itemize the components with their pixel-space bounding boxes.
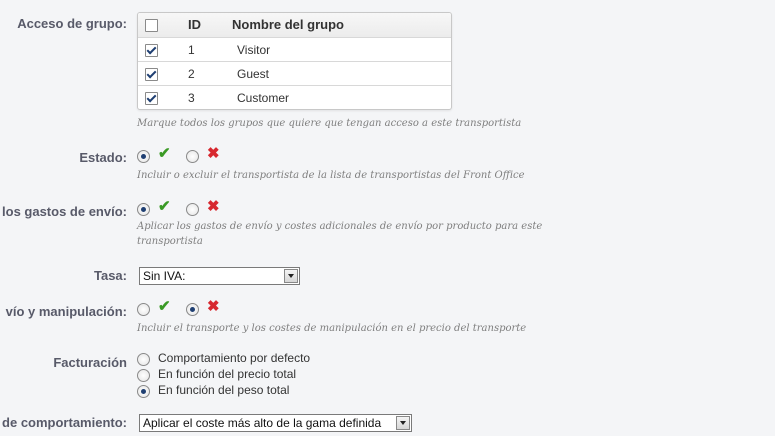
check-icon[interactable]: ✔ [158,299,171,315]
estado-label: Estado: [79,150,127,165]
group-id: 1 [188,43,195,57]
billing-weight-radio[interactable] [137,385,150,398]
group-name: Customer [237,91,290,105]
shipping-fees-no-radio[interactable] [186,203,199,216]
estado-help: Incluir o excluir el transportista de la… [137,170,525,181]
billing-default-radio[interactable] [137,353,150,366]
shipping-fees-label: los gastos de envío: [2,204,127,219]
table-row: 1 Visitor [138,37,451,62]
column-header-name: Nombre del grupo [232,17,344,32]
chevron-down-icon[interactable] [396,416,410,430]
table-row: 2 Guest [138,61,451,86]
group-table: ID Nombre del grupo 1 Visitor 2 Guest 3 … [137,12,452,110]
handling-help: Incluir el transporte y los costes de ma… [137,323,527,334]
out-of-range-select[interactable]: Aplicar el coste más alto de la gama def… [139,414,412,432]
shipping-fees-yes-radio[interactable] [137,203,150,216]
group-checkbox[interactable] [145,44,158,57]
chevron-down-icon[interactable] [284,269,298,283]
tax-label: Tasa: [94,268,127,283]
group-name: Guest [237,67,270,81]
cross-icon[interactable]: ✖ [207,146,220,162]
shipping-fees-help: Aplicar los gastos de envío y costes adi… [137,221,543,247]
group-checkbox[interactable] [145,68,158,81]
select-all-checkbox[interactable] [145,19,158,32]
handling-no-radio[interactable] [186,303,199,316]
group-table-header: ID Nombre del grupo [138,13,451,37]
tax-selected-value: Sin IVA: [143,269,186,283]
billing-label: Facturación [53,355,127,370]
group-checkbox[interactable] [145,92,158,105]
check-icon[interactable]: ✔ [158,199,171,215]
group-name: Visitor [237,43,271,57]
billing-option-label[interactable]: Comportamiento por defecto [158,351,310,365]
estado-no-radio[interactable] [186,150,199,163]
estado-yes-radio[interactable] [137,150,150,163]
check-icon[interactable]: ✔ [158,146,171,162]
cross-icon[interactable]: ✖ [207,299,220,315]
billing-price-radio[interactable] [137,369,150,382]
cross-icon[interactable]: ✖ [207,199,220,215]
column-header-id: ID [188,17,201,32]
out-of-range-label: de comportamiento: [2,415,127,430]
table-row: 3 Customer [138,85,451,109]
billing-option-label[interactable]: En función del precio total [158,367,296,381]
handling-label: vío y manipulación: [5,304,127,319]
group-id: 3 [188,91,195,105]
group-id: 2 [188,67,195,81]
billing-option-label[interactable]: En función del peso total [158,383,289,397]
handling-yes-radio[interactable] [137,303,150,316]
tax-select[interactable]: Sin IVA: [139,267,300,285]
group-access-label: Acceso de grupo: [17,16,127,31]
group-access-help: Marque todos los grupos que quiere que t… [137,118,522,129]
out-of-range-selected-value: Aplicar el coste más alto de la gama def… [143,416,382,430]
